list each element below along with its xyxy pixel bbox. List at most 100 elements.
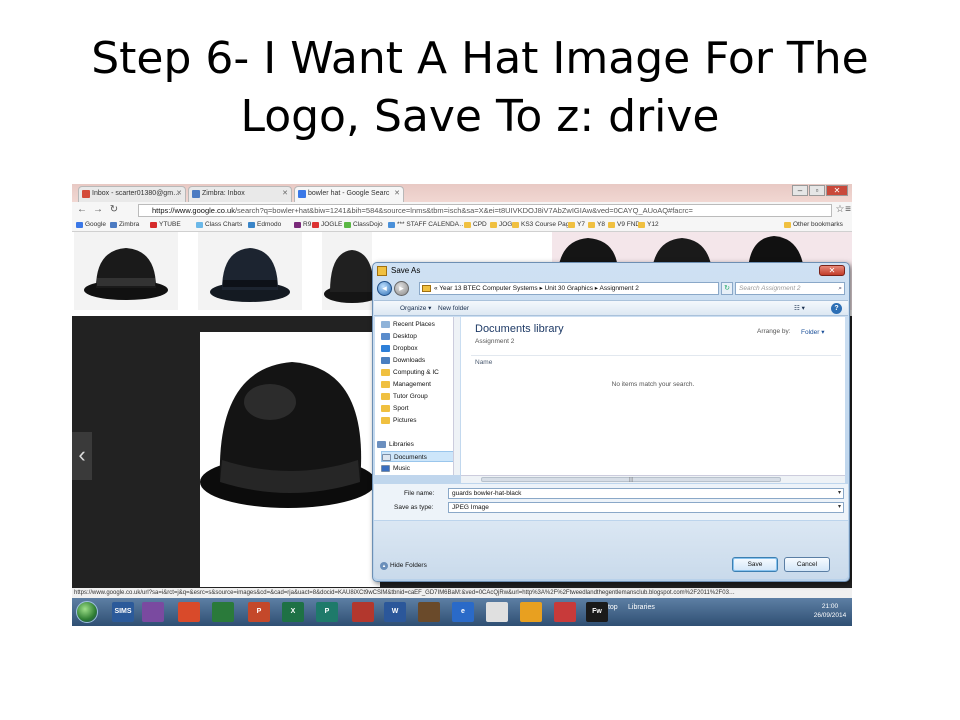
minimize-button[interactable]: – [792, 185, 808, 196]
bookmark-item[interactable]: CPD [464, 219, 487, 231]
bookmark-item[interactable]: YTUBE [150, 219, 181, 231]
search-input[interactable]: Search Assignment 2 ⌕ [735, 282, 845, 295]
folder-icon [377, 266, 387, 276]
bookmark-item[interactable]: Y7 [568, 219, 585, 231]
refresh-icon[interactable]: ↻ [721, 282, 733, 295]
taskbar-app-icon[interactable] [178, 602, 200, 622]
folder-path-bar[interactable]: « Year 13 BTEC Computer Systems ▸ Unit 3… [419, 282, 719, 295]
forward-icon[interactable]: → [92, 204, 104, 216]
horizontal-scrollbar[interactable]: ||| [461, 475, 845, 483]
nav-item[interactable]: Management [381, 379, 457, 390]
bookmark-item[interactable]: JOG [490, 219, 512, 231]
view-options-icon[interactable]: ☷ ▾ [794, 303, 805, 314]
close-icon[interactable]: ✕ [176, 187, 182, 201]
taskbar-app-icon[interactable] [486, 602, 508, 622]
document-icon [382, 454, 391, 461]
dialog-footer: ▴ Hide Folders Save Cancel [374, 521, 848, 579]
taskbar-app-icon[interactable]: P [248, 602, 270, 622]
save-button[interactable]: Save [732, 557, 778, 572]
maximize-button[interactable]: ▫ [809, 185, 825, 196]
bookmark-item[interactable]: V9 FND [608, 219, 640, 231]
thumbnail-image[interactable] [74, 232, 178, 310]
nav-item[interactable]: Dropbox [381, 343, 457, 354]
taskbar-app-icon[interactable]: P [316, 602, 338, 622]
address-bar[interactable]: https://www.google.co.uk/search?q=bowler… [138, 204, 832, 217]
taskbar-app-icon[interactable] [142, 602, 164, 622]
arrange-by-dropdown[interactable]: Folder ▾ [801, 328, 825, 336]
thumbnail-image[interactable] [198, 232, 302, 310]
reload-icon[interactable]: ↻ [108, 204, 120, 216]
bookmark-item[interactable]: Google [76, 219, 106, 231]
help-icon[interactable]: ? [831, 303, 842, 314]
tab-gmail[interactable]: Inbox - scarter01380@gm… ✕ [78, 186, 186, 202]
slide-title-line-1: Step 6- I Want A Hat Image For The [91, 33, 869, 84]
system-clock[interactable]: 21:00 26/09/2014 [808, 602, 852, 620]
url-path: /search?q=bowler+hat&biw=1241&bih=584&so… [234, 206, 693, 215]
nav-item[interactable]: Computing & IC [381, 367, 457, 378]
close-icon[interactable]: ✕ [394, 187, 400, 201]
back-icon[interactable]: ← [76, 204, 88, 216]
column-header-name[interactable]: Name [475, 359, 492, 366]
bookmark-label: CPD [473, 221, 487, 228]
slide-title: Step 6- I Want A Hat Image For The Logo,… [40, 30, 920, 146]
file-name-field[interactable]: guards bowler-hat-black ▾ [448, 488, 844, 499]
back-icon[interactable]: ◂ [377, 281, 392, 296]
selected-image[interactable] [200, 332, 380, 587]
taskbar-app-icon[interactable]: e [452, 602, 474, 622]
scrollbar-thumb[interactable]: ||| [481, 477, 781, 483]
taskbar-app-icon[interactable] [554, 602, 576, 622]
nav-item-library[interactable]: Documents [381, 451, 457, 462]
nav-item[interactable]: Desktop [381, 331, 457, 342]
bookmark-item[interactable]: Y12 [638, 219, 659, 231]
library-title: Documents library [475, 323, 564, 335]
nav-item-library[interactable]: Music [381, 463, 457, 474]
bookmark-item[interactable]: Class Charts [196, 219, 242, 231]
bookmark-item[interactable]: Other bookmarks [784, 219, 843, 231]
hide-folders-button[interactable]: ▴ Hide Folders [380, 562, 427, 570]
forward-icon[interactable]: ▸ [394, 281, 409, 296]
bookmark-item[interactable]: KS3 Course Page [512, 219, 573, 231]
bookmark-label: *** STAFF CALENDA… [397, 221, 466, 228]
taskbar-app-icon[interactable]: SIMS [112, 602, 134, 622]
taskbar-app-icon[interactable] [212, 602, 234, 622]
new-folder-button[interactable]: New folder [438, 303, 469, 314]
chevron-down-icon[interactable]: ▾ [838, 489, 841, 498]
nav-item[interactable]: Recent Places [381, 319, 457, 330]
bookmark-item[interactable]: ClassDojo [344, 219, 383, 231]
taskbar-app-icon[interactable] [520, 602, 542, 622]
taskbar-app-icon[interactable] [352, 602, 374, 622]
save-form: File name: guards bowler-hat-black ▾ Sav… [374, 484, 848, 520]
chevron-down-icon[interactable]: ▾ [838, 503, 841, 512]
navigation-scrollbar[interactable] [453, 317, 460, 475]
save-type-value: JPEG Image [452, 504, 489, 511]
organize-button[interactable]: Organize ▾ [400, 303, 431, 314]
bookmark-item[interactable]: *** STAFF CALENDA… [388, 219, 466, 231]
taskbar-app-icon[interactable]: W [384, 602, 406, 622]
bookmark-item[interactable]: R9 [294, 219, 311, 231]
nav-item[interactable]: Pictures [381, 415, 457, 426]
taskbar-app-icon[interactable]: Fw [586, 602, 608, 622]
thumbnail-image[interactable] [322, 232, 380, 310]
gmail-icon [82, 190, 90, 198]
bookmark-item[interactable]: Zimbra [110, 219, 139, 231]
cancel-button[interactable]: Cancel [784, 557, 830, 572]
bookmark-item[interactable]: JOGLE [312, 219, 342, 231]
taskbar-libraries-label[interactable]: Libraries [628, 604, 655, 611]
nav-item[interactable]: Sport [381, 403, 457, 414]
taskbar-app-icon[interactable]: X [282, 602, 304, 622]
menu-icon[interactable]: ≡ [842, 204, 852, 216]
bookmark-item[interactable]: Y8 [588, 219, 605, 231]
dialog-close-button[interactable]: ✕ [819, 265, 845, 276]
close-icon[interactable]: ✕ [282, 187, 288, 201]
tab-bowler-hat[interactable]: bowler hat - Google Searc ✕ [294, 186, 404, 202]
tab-zimbra[interactable]: Zimbra: Inbox ✕ [188, 186, 292, 202]
nav-item[interactable]: Tutor Group [381, 391, 457, 402]
nav-item-libraries[interactable]: Libraries [377, 439, 453, 450]
bookmark-item[interactable]: Edmodo [248, 219, 281, 231]
start-button[interactable] [76, 601, 98, 623]
taskbar-app-icon[interactable] [418, 602, 440, 622]
save-type-select[interactable]: JPEG Image ▾ [448, 502, 844, 513]
window-close-button[interactable]: ✕ [826, 185, 848, 196]
nav-item[interactable]: Downloads [381, 355, 457, 366]
chevron-left-icon[interactable]: ‹ [72, 432, 92, 480]
